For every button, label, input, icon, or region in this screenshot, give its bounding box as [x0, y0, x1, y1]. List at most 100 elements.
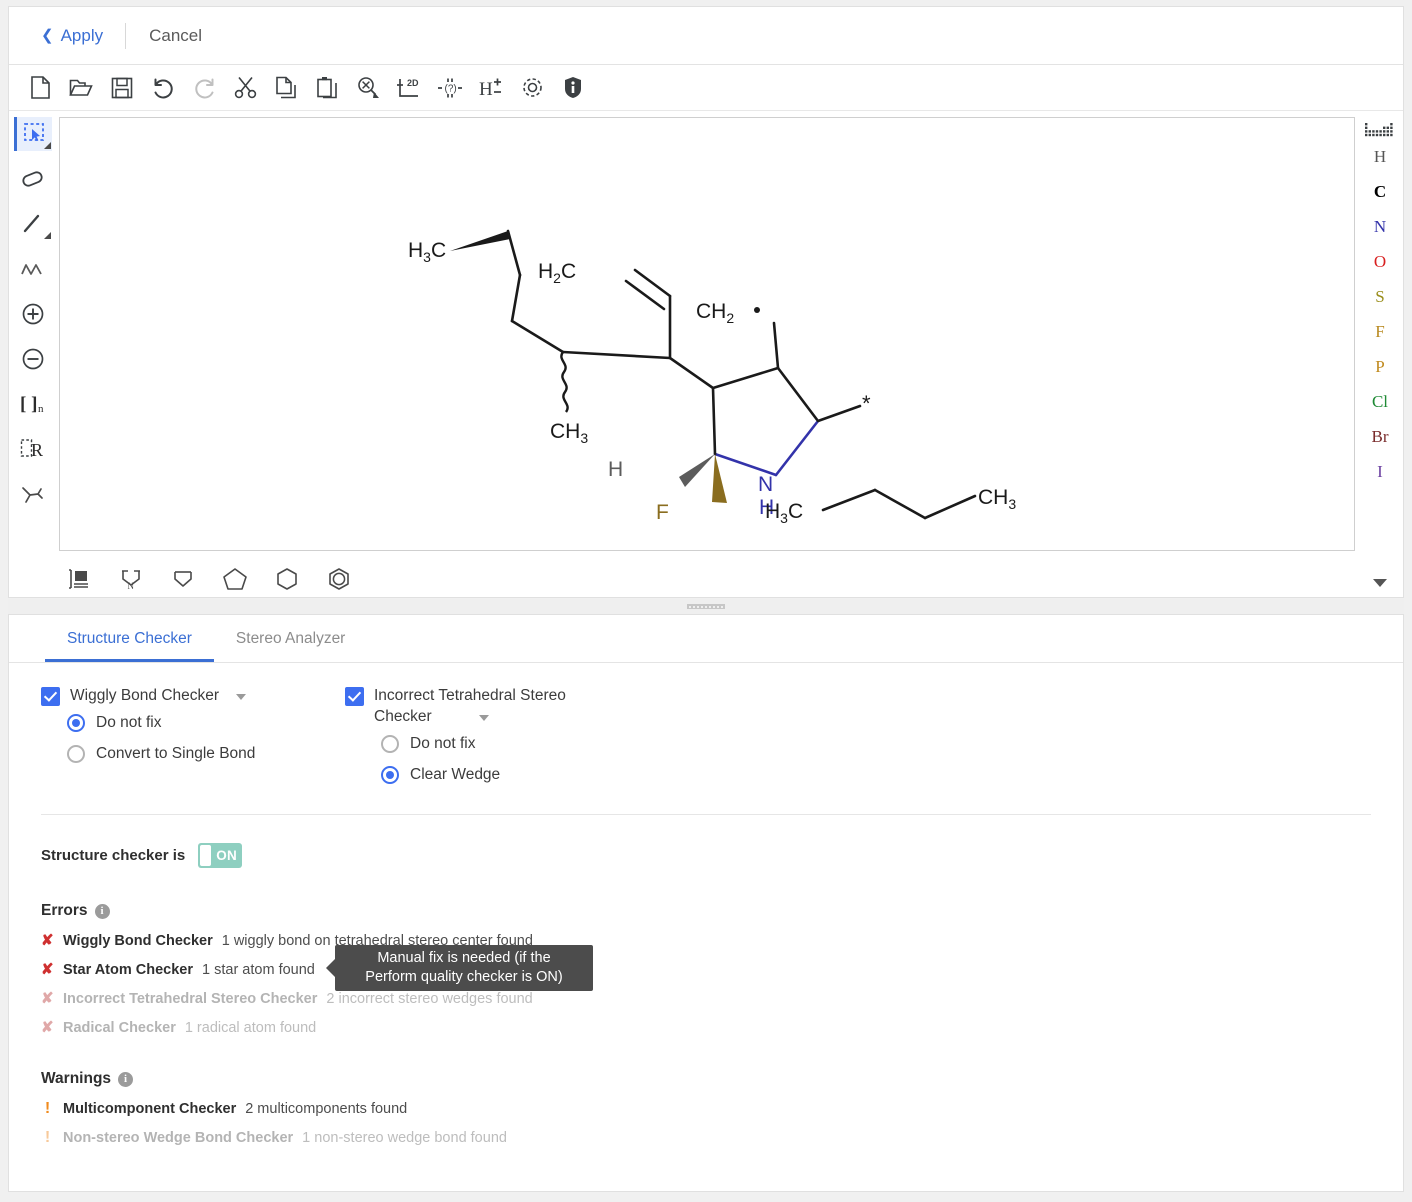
molecule-drawing: H3C H2C CH2 CH3 H F N H * H3C CH3 [60, 118, 1355, 550]
clean-2d-icon[interactable]: 2D [396, 75, 422, 101]
error-x-icon: ✘ [41, 962, 54, 977]
checker-tabs: Structure Checker Stereo Analyzer [9, 615, 1403, 663]
decrease-charge-tool[interactable] [14, 342, 52, 376]
cyclopentane-ring-icon[interactable] [221, 565, 249, 593]
info-icon[interactable]: i [118, 1072, 133, 1087]
undo-icon[interactable] [150, 75, 176, 101]
periodic-table-icon[interactable] [1365, 121, 1395, 139]
svg-text:H: H [479, 79, 493, 99]
radio-tetrahedral-do-not-fix[interactable]: Do not fix [381, 735, 675, 753]
pyrrole-ring-icon[interactable]: N [117, 565, 145, 593]
error-name: Star Atom Checker [63, 962, 193, 978]
incorrect-tetrahedral-stereo-radios: Do not fix Clear Wedge [381, 735, 675, 784]
erase-all-icon[interactable] [355, 75, 381, 101]
error-row-wiggly-bond-checker[interactable]: ✘ Wiggly Bond Checker 1 wiggly bond on t… [41, 933, 1403, 949]
checker-panel: Structure Checker Stereo Analyzer Wiggly… [8, 614, 1404, 1192]
fluorine-label: F [656, 501, 669, 524]
radio-indicator [67, 745, 85, 763]
svg-text:R: R [31, 440, 43, 460]
chevron-down-icon[interactable] [1373, 579, 1387, 587]
template-library-icon[interactable] [65, 565, 93, 593]
radio-label: Clear Wedge [410, 766, 500, 784]
editor-body: [ ]n R [9, 111, 1403, 597]
tool-options-corner [44, 232, 51, 239]
redo-icon[interactable] [191, 75, 217, 101]
structure-checker-toggle[interactable]: ON [198, 843, 242, 868]
wiggly-bond-checker-label: Wiggly Bond Checker [70, 685, 219, 706]
editor-header: ❮ Apply Cancel [9, 7, 1403, 65]
tab-stereo-analyzer[interactable]: Stereo Analyzer [214, 615, 367, 662]
eraser-tool[interactable] [14, 162, 52, 196]
cyclopentadiene-ring-icon[interactable] [169, 565, 197, 593]
increase-charge-tool[interactable] [14, 297, 52, 331]
about-info-icon[interactable] [560, 75, 586, 101]
element-P[interactable]: P [1357, 349, 1403, 384]
attachment-point-tool[interactable] [14, 477, 52, 511]
error-row-incorrect-tetrahedral-stereo-checker[interactable]: ✘ Incorrect Tetrahedral Stereo Checker 2… [41, 991, 1403, 1007]
r-group-tool[interactable]: R [14, 432, 52, 466]
apply-button[interactable]: ❮ Apply [41, 26, 125, 46]
error-row-radical-checker[interactable]: ✘ Radical Checker 1 radical atom found [41, 1020, 1403, 1036]
info-icon[interactable]: i [95, 904, 110, 919]
chevron-down-icon[interactable] [479, 715, 489, 721]
element-H[interactable]: H [1357, 139, 1403, 174]
radio-label: Convert to Single Bond [96, 745, 255, 763]
errors-heading: Errors [41, 902, 88, 920]
error-description: 1 star atom found [202, 962, 315, 978]
radio-wiggly-convert-to-single-bond[interactable]: Convert to Single Bond [67, 745, 341, 763]
svg-text:[ ]: [ ] [20, 394, 37, 415]
cut-scissors-icon[interactable] [232, 75, 258, 101]
cyclohexane-ring-icon[interactable] [273, 565, 301, 593]
settings-gear-icon[interactable] [519, 75, 545, 101]
structure-checker-toggle-row: Structure checker is ON [41, 843, 1403, 868]
add-remove-hydrogens-icon[interactable]: H [478, 75, 504, 101]
element-F[interactable]: F [1357, 314, 1403, 349]
splitter-grip [687, 604, 725, 609]
wiggly-bond-checker-checkbox[interactable] [41, 687, 60, 706]
svg-text:(?): (?) [445, 83, 457, 94]
chain-tool[interactable] [14, 252, 52, 286]
tool-options-corner [44, 142, 51, 149]
element-palette: H C N O S F P Cl Br I [1357, 111, 1403, 597]
bracket-repeat-tool[interactable]: [ ]n [14, 387, 52, 421]
warning-row-multicomponent-checker[interactable]: ! Multicomponent Checker 2 multicomponen… [41, 1101, 1403, 1117]
save-icon[interactable] [109, 75, 135, 101]
element-Cl[interactable]: Cl [1357, 384, 1403, 419]
error-description: 1 radical atom found [185, 1020, 316, 1036]
element-N[interactable]: N [1357, 209, 1403, 244]
checker-options: Wiggly Bond Checker Do not fix Convert t… [9, 663, 1403, 784]
element-O[interactable]: O [1357, 244, 1403, 279]
radio-indicator [381, 735, 399, 753]
copy-icon[interactable] [273, 75, 299, 101]
element-I[interactable]: I [1357, 454, 1403, 489]
incorrect-tetrahedral-stereo-checker-checkbox[interactable] [345, 687, 364, 706]
element-C[interactable]: C [1357, 174, 1403, 209]
nitrogen-label: N [758, 473, 773, 496]
cancel-button[interactable]: Cancel [149, 26, 202, 46]
warning-row-non-stereo-wedge-bond-checker[interactable]: ! Non-stereo Wedge Bond Checker 1 non-st… [41, 1130, 1403, 1146]
benzene-ring-icon[interactable] [325, 565, 353, 593]
error-row-star-atom-checker[interactable]: ✘ Star Atom Checker 1 star atom found [41, 962, 1403, 978]
radio-tetrahedral-clear-wedge[interactable]: Clear Wedge [381, 766, 675, 784]
element-Br[interactable]: Br [1357, 419, 1403, 454]
wiggly-bond-checker-radios: Do not fix Convert to Single Bond [67, 714, 341, 763]
unknown-stereo-icon[interactable]: (?) [437, 75, 463, 101]
options-divider [41, 814, 1371, 815]
single-bond-tool[interactable] [14, 207, 52, 241]
panel-splitter[interactable] [8, 599, 1404, 614]
radio-wiggly-do-not-fix[interactable]: Do not fix [67, 714, 341, 732]
selection-rectangle-tool[interactable] [14, 117, 52, 151]
new-file-icon[interactable] [27, 75, 53, 101]
tab-structure-checker[interactable]: Structure Checker [45, 615, 214, 662]
element-S[interactable]: S [1357, 279, 1403, 314]
manual-fix-tooltip: Manual fix is needed (if the Perform qua… [335, 945, 593, 991]
warning-description: 1 non-stereo wedge bond found [302, 1130, 507, 1146]
radio-indicator [381, 766, 399, 784]
apply-button-label: Apply [61, 26, 104, 46]
open-folder-icon[interactable] [68, 75, 94, 101]
chevron-down-icon[interactable] [236, 694, 246, 700]
warning-exclamation-icon: ! [41, 1101, 54, 1117]
structure-canvas[interactable]: H3C H2C CH2 CH3 H F N H * H3C CH3 [59, 117, 1355, 551]
error-x-icon: ✘ [41, 991, 54, 1006]
paste-icon[interactable] [314, 75, 340, 101]
